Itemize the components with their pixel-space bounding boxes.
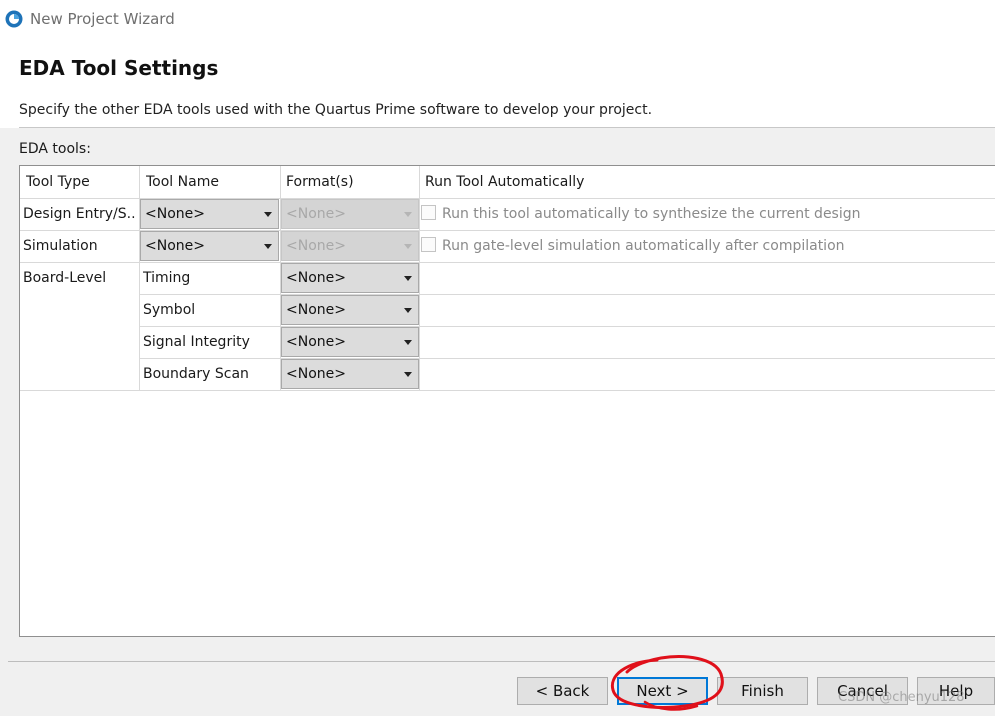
tool-type-design-entry: Design Entry/S... [23, 206, 137, 222]
header-divider [19, 127, 995, 128]
design-entry-auto-checkbox[interactable] [421, 205, 436, 220]
simulation-tool-name-dropdown[interactable]: <None> [140, 231, 279, 261]
chevron-down-icon [264, 212, 272, 217]
chevron-down-icon [404, 244, 412, 249]
title-bar: New Project Wizard [0, 0, 995, 38]
symbol-format-dropdown[interactable]: <None> [281, 295, 419, 325]
column-header-tool-type[interactable]: Tool Type [26, 166, 136, 198]
design-entry-auto-label: Run this tool automatically to synthesiz… [442, 206, 861, 222]
simulation-format-dropdown: <None> [281, 231, 419, 261]
tool-type-board-level: Board-Level [23, 270, 107, 286]
watermark: CSDN @chenyu128 [838, 690, 965, 705]
wizard-header: EDA Tool Settings Specify the other EDA … [0, 38, 995, 128]
board-level-timing-label: Timing [143, 270, 191, 286]
simulation-tool-name-value: <None> [145, 238, 205, 254]
design-entry-format-value: <None> [286, 206, 346, 222]
design-entry-tool-name-dropdown[interactable]: <None> [140, 199, 279, 229]
board-level-signal-integrity-label: Signal Integrity [143, 334, 250, 350]
timing-format-value: <None> [286, 270, 346, 286]
simulation-auto-checkbox[interactable] [421, 237, 436, 252]
column-header-run-tool-automatically[interactable]: Run Tool Automatically [425, 166, 725, 198]
chevron-down-icon [404, 372, 412, 377]
chevron-down-icon [404, 212, 412, 217]
board-level-boundary-scan-label: Boundary Scan [143, 366, 249, 382]
chevron-down-icon [264, 244, 272, 249]
symbol-format-value: <None> [286, 302, 346, 318]
finish-button[interactable]: Finish [717, 677, 808, 705]
simulation-auto-label: Run gate-level simulation automatically … [442, 238, 845, 254]
simulation-format-value: <None> [286, 238, 346, 254]
footer-divider [8, 661, 995, 662]
chevron-down-icon [404, 276, 412, 281]
signal-integrity-format-dropdown[interactable]: <None> [281, 327, 419, 357]
tool-type-simulation: Simulation [23, 238, 98, 254]
design-entry-format-dropdown: <None> [281, 199, 419, 229]
chevron-down-icon [404, 308, 412, 313]
boundary-scan-format-value: <None> [286, 366, 346, 382]
board-level-symbol-label: Symbol [143, 302, 196, 318]
design-entry-tool-name-value: <None> [145, 206, 205, 222]
eda-tools-label: EDA tools: [19, 141, 91, 157]
timing-format-dropdown[interactable]: <None> [281, 263, 419, 293]
page-title: EDA Tool Settings [19, 56, 219, 80]
signal-integrity-format-value: <None> [286, 334, 346, 350]
window-title: New Project Wizard [30, 10, 175, 28]
column-header-formats[interactable]: Format(s) [286, 166, 416, 198]
back-button[interactable]: < Back [517, 677, 608, 705]
row-divider [20, 390, 995, 391]
chevron-down-icon [404, 340, 412, 345]
page-description: Specify the other EDA tools used with th… [19, 102, 653, 118]
column-header-tool-name[interactable]: Tool Name [146, 166, 276, 198]
next-button[interactable]: Next > [617, 677, 708, 705]
quartus-app-icon [5, 10, 23, 28]
eda-tools-table: Tool Type Tool Name Format(s) Run Tool A… [19, 165, 995, 637]
column-divider [419, 166, 420, 198]
boundary-scan-format-dropdown[interactable]: <None> [281, 359, 419, 389]
